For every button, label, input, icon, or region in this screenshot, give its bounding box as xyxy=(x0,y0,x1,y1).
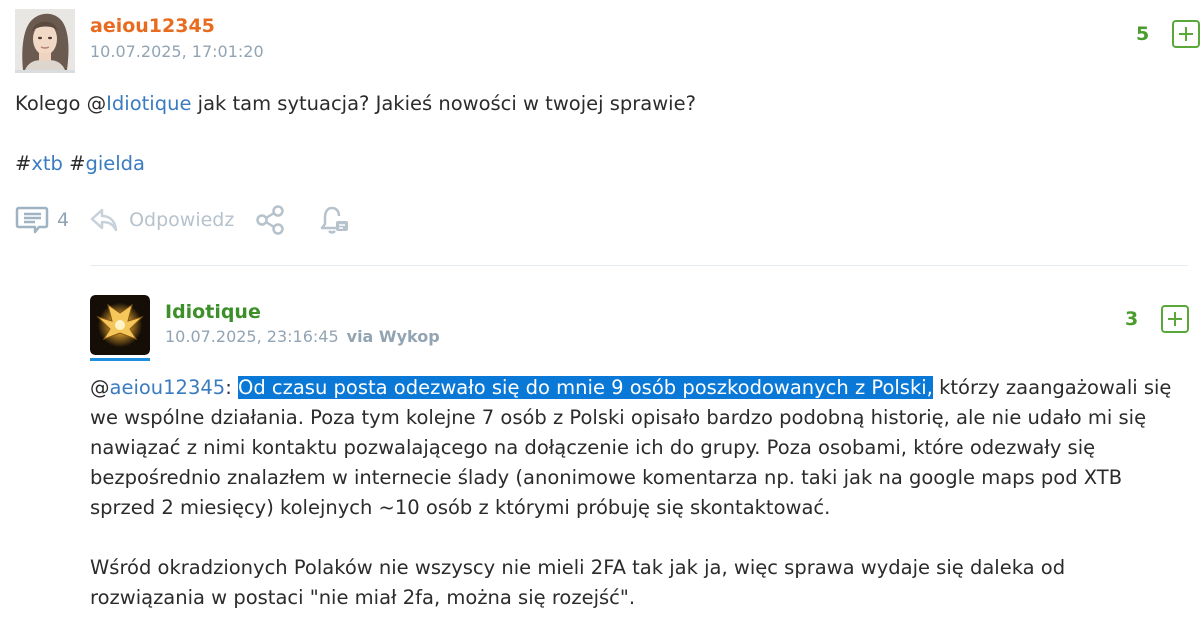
post-actions: 4 Odpowiedz xyxy=(15,202,350,238)
post-text-suffix: jak tam sytuacja? Jakieś nowości w twoje… xyxy=(191,92,696,115)
reply-date-value: 10.07.2025, 23:16:45 xyxy=(165,327,339,346)
upvote-plus-icon[interactable] xyxy=(1172,20,1200,48)
share-button[interactable] xyxy=(254,204,286,236)
post-date: 10.07.2025, 17:01:20 xyxy=(90,42,264,61)
reply-line: Wśród okradzionych Polaków nie wszyscy n… xyxy=(90,556,1066,579)
hash-symbol: # xyxy=(15,152,32,175)
mention-link[interactable]: Idiotique xyxy=(106,92,191,115)
reply-content: @aeiou12345: Od czasu posta odezwało się… xyxy=(90,373,1190,613)
reply-line1-rest: którzy zaangażowali się xyxy=(932,376,1172,399)
share-icon xyxy=(256,205,285,235)
reply-label: Odpowiedz xyxy=(129,209,235,231)
selected-text: Od czasu posta odezwało się do mnie 9 os… xyxy=(237,376,933,399)
reply-avatar[interactable] xyxy=(90,295,150,361)
reply-author[interactable]: Idiotique xyxy=(165,301,261,323)
tag-link[interactable]: gielda xyxy=(85,152,145,175)
comments-button[interactable]: 4 xyxy=(15,205,69,235)
hash-symbol: # xyxy=(69,152,86,175)
reply-line: sprzed 2 miesięcy) kolejnych ~10 osób z … xyxy=(90,496,831,519)
post-author[interactable]: aeiou12345 xyxy=(90,15,215,37)
user-photo-icon xyxy=(15,9,75,70)
notification-button[interactable] xyxy=(318,204,350,236)
upvote-plus-icon[interactable] xyxy=(1161,305,1189,333)
via-label[interactable]: via Wykop xyxy=(347,327,440,346)
reply-vote-count: 3 xyxy=(1125,308,1139,330)
reply-line: nawiązać z nimi kontaktu pozwalającego n… xyxy=(90,436,1096,459)
post-tags: #xtb #gielda xyxy=(15,149,145,179)
mention-at: @ xyxy=(90,376,110,399)
reply-line: we wspólne działania. Poza tym kolejne 7… xyxy=(90,406,1147,429)
avatar[interactable] xyxy=(15,9,75,73)
tag-link[interactable]: xtb xyxy=(31,152,63,175)
phoenix-avatar-icon xyxy=(90,295,150,355)
reply-line: rozwiązania w postaci "nie miał 2fa, moż… xyxy=(90,586,636,609)
reply-button[interactable]: Odpowiedz xyxy=(89,205,234,235)
vote-count: 5 xyxy=(1136,23,1150,45)
mention-link[interactable]: aeiou12345 xyxy=(110,376,226,399)
reply-icon xyxy=(90,208,118,232)
post-text-prefix: Kolego @ xyxy=(15,92,107,115)
post-content: Kolego @Idiotique jak tam sytuacja? Jaki… xyxy=(15,89,696,119)
reply-line: bezpośrednio znalazłem w internecie ślad… xyxy=(90,466,1123,489)
reply-date: 10.07.2025, 23:16:45 via Wykop xyxy=(165,327,440,346)
comments-icon xyxy=(15,206,49,234)
colon: : xyxy=(225,376,232,399)
comments-count: 4 xyxy=(57,209,70,231)
reply-line: @aeiou12345: Od czasu posta odezwało się… xyxy=(90,373,1190,403)
divider xyxy=(90,265,1188,266)
notification-bell-icon xyxy=(321,206,349,234)
